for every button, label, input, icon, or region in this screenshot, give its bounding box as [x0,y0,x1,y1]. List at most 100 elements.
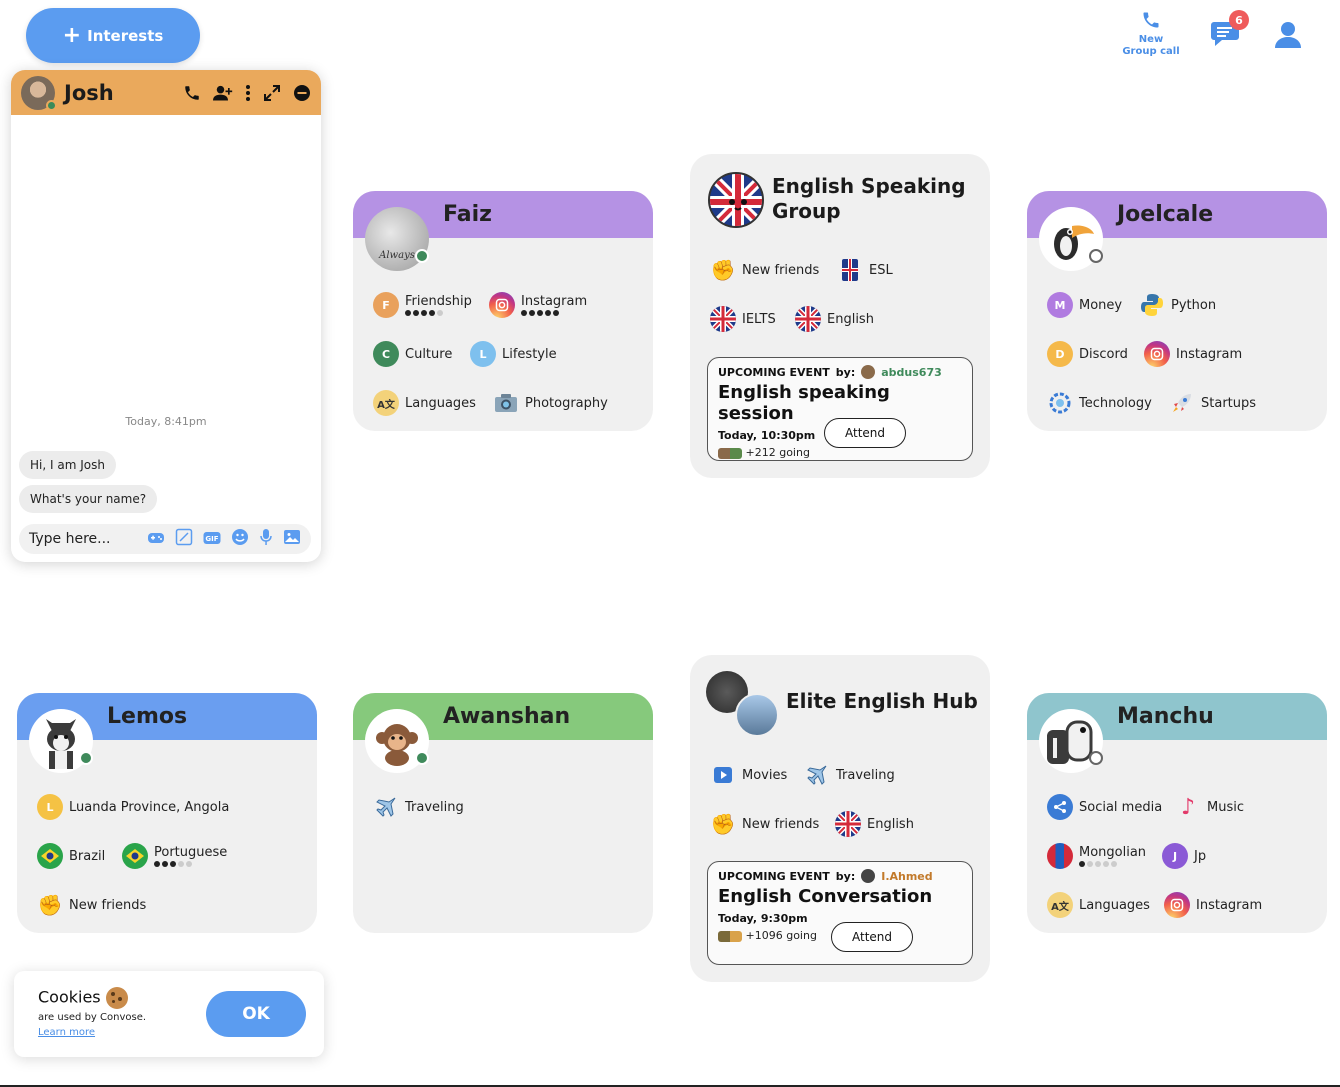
chip-label: Portuguese [154,844,228,860]
chip-label: Instagram [1196,897,1263,913]
interest-chip[interactable]: ESL [837,257,893,283]
learn-more-link[interactable]: Learn more [38,1027,95,1038]
event-label: UPCOMING EVENT [718,365,830,379]
interest-chip[interactable]: L Lifestyle [470,341,557,367]
chip-label: Discord [1079,346,1128,362]
interest-chip[interactable]: J Jp [1162,843,1206,869]
chip-label: Traveling [836,767,895,783]
interest-chip[interactable]: ✊ New friends [710,811,820,837]
chip-label: Instagram [521,293,588,309]
mongolia-flag-icon [1047,843,1073,869]
letter-icon: L [37,794,63,820]
interest-chip[interactable]: D Discord [1047,341,1128,367]
host-avatar [861,365,876,379]
emoji-icon[interactable] [231,528,249,550]
level-dots [1079,860,1146,867]
card-title: Manchu [1117,704,1214,729]
draw-icon[interactable] [175,528,193,550]
image-icon[interactable] [283,529,301,549]
interest-chip[interactable]: English [835,811,914,837]
interest-chip[interactable]: A文 Languages [1047,892,1150,918]
level-dots [405,309,472,316]
camera-icon [493,390,519,416]
letter-icon: M [1047,292,1073,318]
attend-button[interactable]: Attend [824,418,906,448]
attendee-avatars [718,447,742,459]
message-input[interactable]: Type here... GIF [19,524,311,554]
avatar[interactable] [21,75,57,111]
new-group-call-button[interactable]: New Group call [1116,10,1186,58]
attend-button[interactable]: Attend [831,922,913,952]
interest-chip[interactable]: ♪ Music [1175,794,1244,820]
new-call-label-1: New [1138,34,1164,45]
event-host[interactable]: abdus673 [881,366,942,379]
event-host[interactable]: I.Ahmed [881,870,932,883]
interest-chip[interactable]: C Culture [373,341,452,367]
card-title: Faiz [443,202,492,227]
handshake-icon: ✊ [710,258,736,282]
interest-chip[interactable]: Instagram [1144,341,1242,367]
chip-label: Culture [405,346,453,362]
interest-chip[interactable]: Brazil [37,843,105,869]
more-vertical-icon[interactable] [245,84,251,102]
interest-chip[interactable]: Traveling [804,762,895,788]
group-card-english-speaking[interactable]: English Speaking Group ✊ New friends ESL… [690,154,990,478]
cookie-subtitle: are used by Convose. [38,1012,147,1023]
interest-chip[interactable]: ✊ New friends [37,892,147,918]
user-card-manchu[interactable]: Manchu Social media ♪ Music Mongolian J … [1027,693,1327,933]
group-title-line-2: Group [772,199,841,223]
interest-chip[interactable]: Photography [493,390,608,416]
user-card-faiz[interactable]: Faiz Always F Friendship Instagram C Cul… [353,191,653,431]
chip-label: New friends [742,816,820,832]
chip-label: English [827,311,874,327]
chip-label: Mongolian [1079,844,1147,860]
microphone-icon[interactable] [259,528,273,550]
chat-header: Josh [11,70,321,115]
gif-icon[interactable]: GIF [203,530,221,549]
interest-chip[interactable]: IELTS [710,306,776,332]
interest-chip[interactable]: Startups [1169,390,1256,416]
user-card-awanshan[interactable]: Awanshan Traveling [353,693,653,933]
group-avatar-2 [735,693,779,737]
cookie-ok-button[interactable]: OK [206,991,306,1037]
interest-chip[interactable]: F Friendship [373,292,472,318]
group-title-line-1: English Speaking [772,174,966,198]
interest-chip[interactable]: Social media [1047,794,1162,820]
expand-icon[interactable] [263,84,281,102]
attendee-avatars [718,930,742,942]
user-card-joelcale[interactable]: Joelcale M Money Python D Discord Instag… [1027,191,1327,431]
chip-label: IELTS [742,311,776,327]
add-person-icon[interactable] [213,84,233,102]
host-avatar [861,869,876,883]
add-interests-button[interactable]: + Interests [26,8,200,63]
call-icon[interactable] [183,84,201,102]
online-status-dot [415,249,429,263]
chip-label: Brazil [69,848,106,864]
profile-icon[interactable] [1274,20,1302,54]
game-icon[interactable] [147,530,165,549]
group-card-elite-english-hub[interactable]: Elite English Hub Movies Traveling ✊ New… [690,655,990,982]
uk-flag-icon [795,306,821,332]
interest-chip[interactable]: Python [1139,292,1216,318]
interest-chip[interactable]: Instagram [1164,892,1262,918]
interest-chip[interactable]: A文 Languages [373,390,476,416]
chip-label: New friends [742,262,820,278]
user-card-lemos[interactable]: Lemos L Luanda Province, Angola Brazil P… [17,693,317,933]
minimize-icon[interactable] [293,84,311,102]
interest-chip[interactable]: M Money [1047,292,1122,318]
interest-chip[interactable]: Mongolian [1047,843,1146,869]
interest-chip[interactable]: Traveling [373,794,464,820]
interest-chip[interactable]: English [795,306,874,332]
interest-chip[interactable]: Movies [710,762,787,788]
interest-chip[interactable]: Portuguese [122,843,227,869]
chip-label: Money [1079,297,1123,313]
instagram-icon [489,292,515,318]
chip-label: Languages [1079,897,1150,913]
interest-chip[interactable]: ✊ New friends [710,257,820,283]
uk-flag-avatar[interactable] [708,172,764,228]
interest-chip[interactable]: Instagram [489,292,587,318]
letter-icon: F [373,292,399,318]
letter-icon: J [1162,843,1188,869]
interest-chip[interactable]: Technology [1047,390,1152,416]
interest-chip[interactable]: L Luanda Province, Angola [37,794,229,820]
